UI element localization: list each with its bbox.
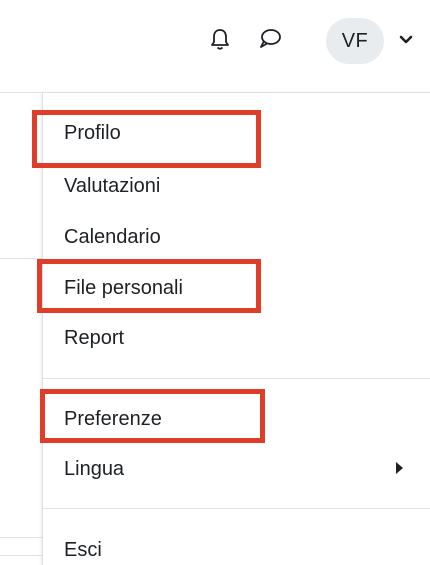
menu-item-label: Profilo — [64, 121, 121, 144]
avatar-initials: VF — [341, 29, 369, 52]
user-dropdown-menu: Profilo Valutazioni Calendario File pers… — [42, 92, 430, 565]
menu-item-preferenze[interactable]: Preferenze — [43, 399, 430, 439]
user-avatar-button[interactable]: VF — [326, 18, 384, 64]
menu-item-label: File personali — [64, 276, 183, 299]
menu-divider — [43, 378, 430, 379]
caret-right-icon — [396, 462, 403, 474]
bell-icon[interactable] — [207, 26, 233, 52]
chevron-down-icon[interactable] — [397, 33, 415, 47]
menu-item-calendario[interactable]: Calendario — [43, 217, 430, 257]
menu-item-label: Calendario — [64, 225, 161, 248]
background-divider — [0, 537, 42, 538]
menu-item-label: Esci — [64, 538, 102, 561]
background-divider — [0, 555, 42, 556]
menu-item-esci[interactable]: Esci — [43, 530, 430, 565]
menu-item-label: Report — [64, 326, 125, 349]
menu-item-report[interactable]: Report — [43, 318, 430, 358]
menu-divider — [43, 508, 430, 509]
background-divider — [0, 258, 42, 259]
chat-bubble-icon[interactable] — [257, 26, 283, 52]
menu-item-label: Valutazioni — [64, 174, 161, 197]
menu-item-file-personali[interactable]: File personali — [43, 268, 430, 308]
top-navbar: VF — [0, 0, 430, 92]
menu-item-valutazioni[interactable]: Valutazioni — [43, 166, 430, 206]
menu-item-profilo[interactable]: Profilo — [43, 113, 430, 153]
menu-item-lingua[interactable]: Lingua — [43, 449, 430, 489]
page: VF Profilo Valutazioni Calendario File p… — [0, 0, 430, 565]
background-divider — [0, 92, 42, 93]
menu-item-label: Preferenze — [64, 407, 162, 430]
menu-item-label: Lingua — [64, 457, 125, 480]
